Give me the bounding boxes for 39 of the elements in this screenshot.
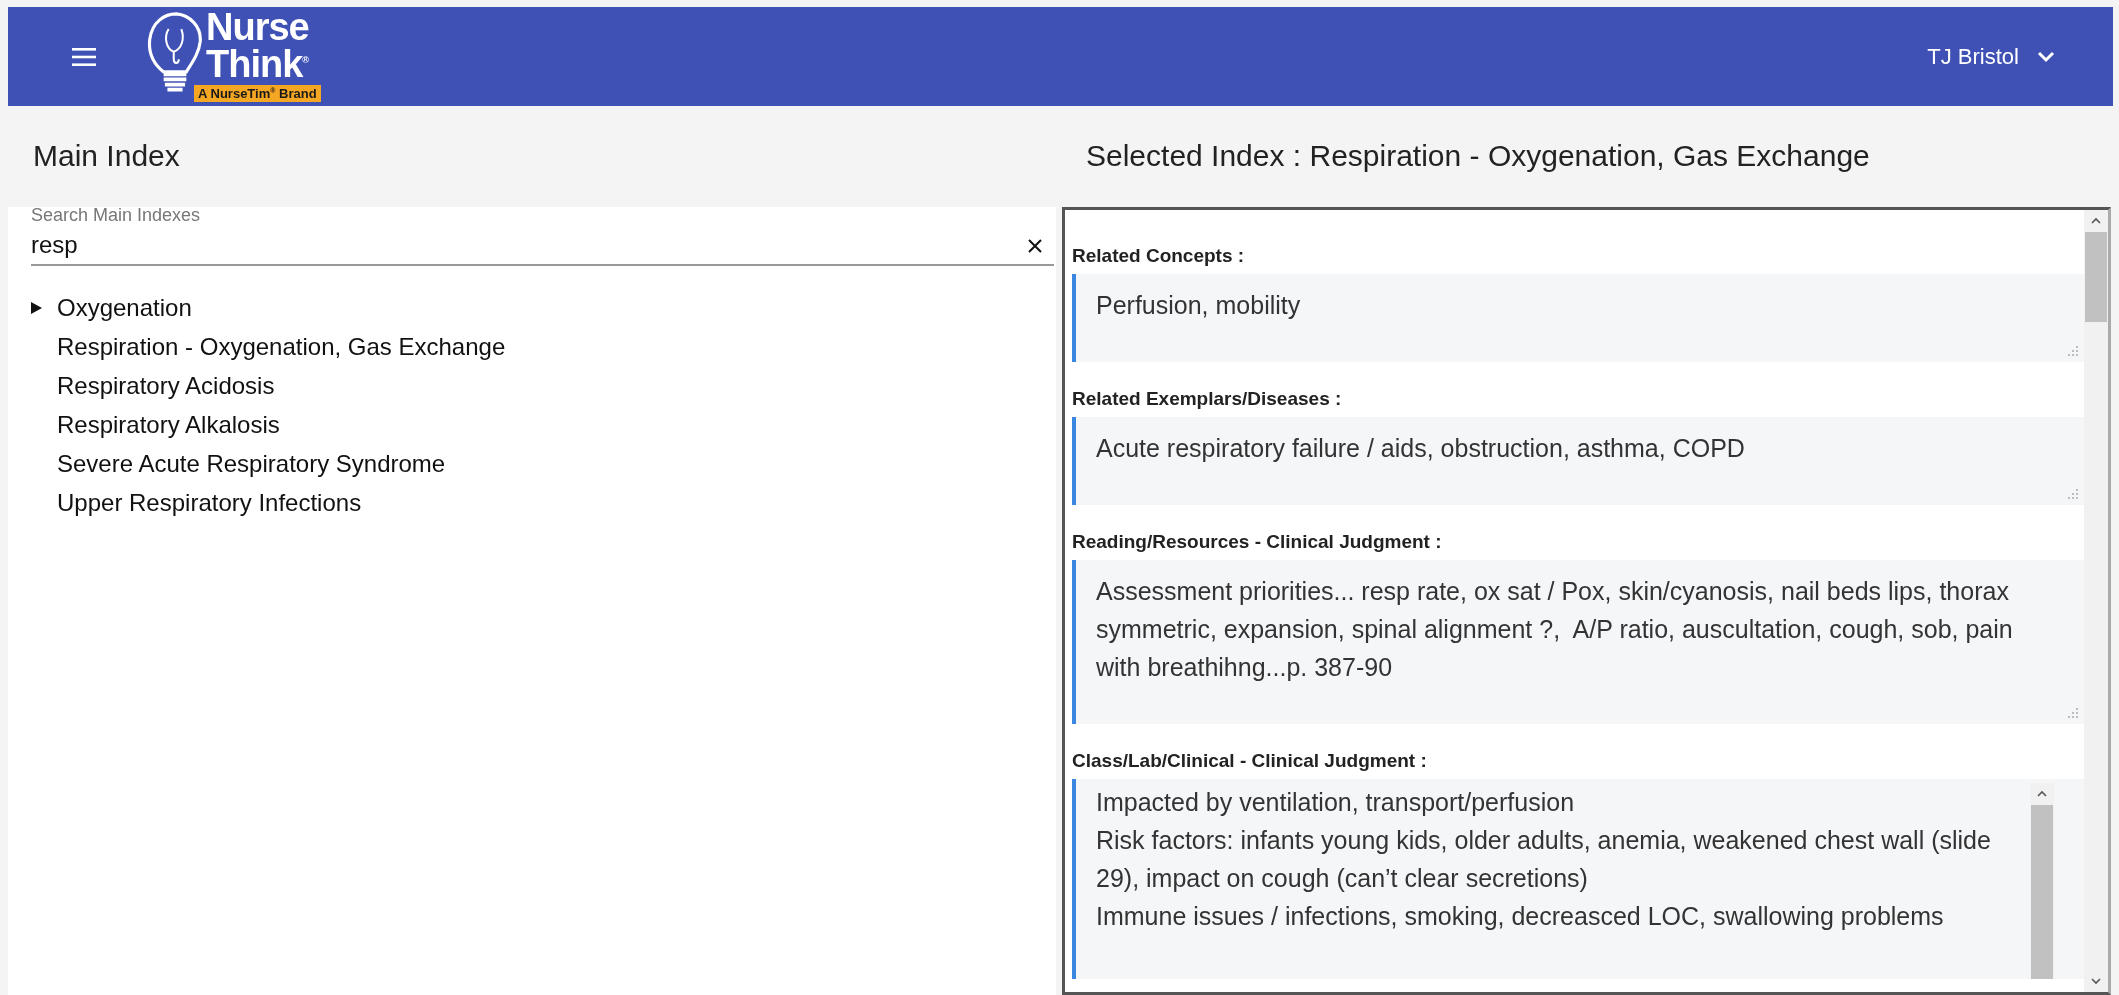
text-line: Assessment priorities... resp rate, ox sat / Pox, skin/cyanosis, nail beds lips, thorax symmetric, expansion, spinal alignment ?, A/P ratio, auscultation, cough, sob, pain with breathihng...p. 387-90 bbox=[1096, 576, 2014, 683]
section-label: Related Concepts : bbox=[1072, 245, 1246, 267]
caret-down-icon bbox=[2090, 975, 2102, 987]
scrollbar-thumb[interactable] bbox=[2085, 232, 2107, 322]
close-icon bbox=[1028, 239, 1042, 253]
text-area[interactable]: Assessment priorities... resp rate, ox sat / Pox, skin/cyanosis, nail beds lips, thorax symmetric, expansion, spinal alignment ?, A/P ratio, auscultation, cough, sob, pain with breathihng...p. 387-90 bbox=[1072, 560, 2084, 724]
scrollbar-thumb[interactable] bbox=[2031, 805, 2053, 979]
expand-triangle-icon bbox=[31, 301, 42, 314]
text-line: Impacted by ventilation, transport/perfusion bbox=[1096, 787, 1576, 818]
scrollbar[interactable] bbox=[2030, 783, 2054, 979]
text-line: Perfusion, mobility bbox=[1096, 290, 1302, 321]
resize-grip-icon[interactable] bbox=[2068, 708, 2078, 718]
resize-grip-icon[interactable] bbox=[2068, 489, 2078, 499]
text-line: Risk factors: infants young kids, older adults, anemia, weakened chest wall (slide 29), impact on cough (can’t clear secretions) bbox=[1096, 825, 1992, 894]
text-area[interactable]: Acute respiratory failure / aids, obstruction, asthma, COPD bbox=[1072, 417, 2084, 505]
logo-text: Think$^{®}$ bbox=[206, 44, 308, 81]
panel-title: Main Index bbox=[32, 138, 181, 174]
logo-tagline: A NurseTim$^{®}$ Brand bbox=[194, 84, 321, 102]
text-area[interactable] bbox=[1072, 779, 2084, 979]
menu-icon bbox=[72, 47, 96, 66]
index-item[interactable]: Respiratory Acidosis bbox=[31, 366, 1056, 405]
section-label: Class/Lab/Clinical - Clinical Judgment : bbox=[1072, 750, 1428, 772]
text-line: Acute respiratory failure / aids, obstruction, asthma, COPD bbox=[1096, 433, 1746, 464]
text-area[interactable]: Perfusion, mobility bbox=[1072, 274, 2084, 362]
panel-title: Selected Index : Respiration - Oxygenation, Gas Exchange bbox=[1085, 138, 1871, 174]
section-label: Related Exemplars/Diseases : bbox=[1072, 388, 1343, 410]
field-label: Search Main Indexes bbox=[31, 205, 201, 226]
chevron-down-icon bbox=[2037, 50, 2055, 63]
resize-grip-icon[interactable] bbox=[2068, 346, 2078, 356]
index-item[interactable]: Upper Respiratory Infections bbox=[31, 483, 1056, 522]
section-label: Reading/Resources - Clinical Judgment : bbox=[1072, 531, 1443, 553]
index-item[interactable]: Respiratory Alkalosis bbox=[31, 405, 1056, 444]
index-item[interactable]: Respiration - Oxygenation, Gas Exchange bbox=[31, 327, 1056, 366]
user-menu[interactable]: TJ Bristol bbox=[1921, 42, 2061, 71]
index-item[interactable]: Oxygenation bbox=[31, 288, 1056, 327]
index-item[interactable]: Severe Acute Respiratory Syndrome bbox=[31, 444, 1056, 483]
scrollbar[interactable] bbox=[2084, 210, 2108, 992]
logo-text: Nurse bbox=[206, 11, 309, 45]
text-line: Immune issues / infections, smoking, decreasced LOC, swallowing problems bbox=[1096, 901, 1945, 932]
